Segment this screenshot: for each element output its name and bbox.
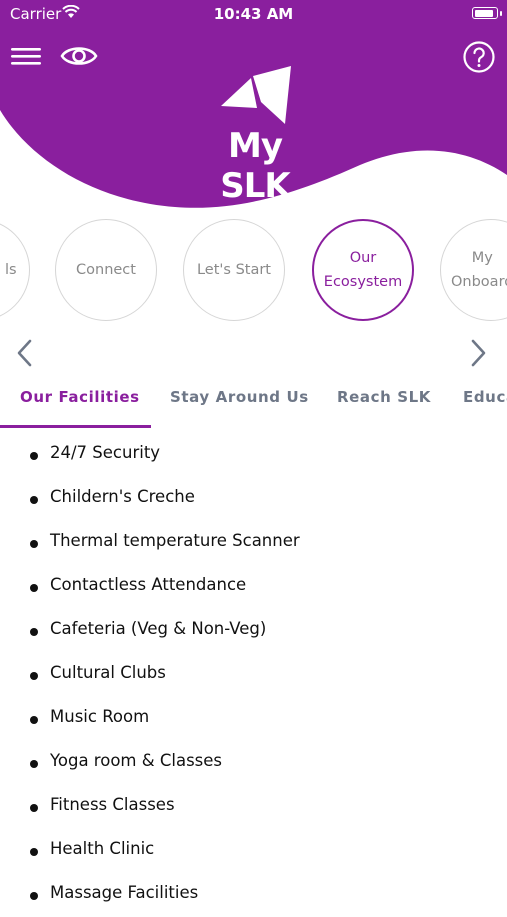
list-item-text: Cultural Clubs — [50, 663, 166, 682]
list-item-text: Cafeteria (Veg & Non-Veg) — [50, 619, 267, 638]
nav-circle-my-onboarding[interactable]: My Onboard — [440, 219, 507, 321]
help-icon[interactable] — [462, 40, 496, 74]
bullet-icon — [30, 496, 38, 504]
nav-circle-label: Let's Start — [196, 262, 271, 278]
bullet-icon — [30, 848, 38, 856]
list-item: Yoga room & Classes — [0, 741, 507, 785]
app-name: My SLK — [220, 126, 291, 206]
chevron-right-icon[interactable] — [466, 338, 490, 368]
list-item-text: Massage Facilities — [50, 883, 199, 902]
nav-circle-connect[interactable]: Connect — [55, 219, 157, 321]
nav-circle-label: Connect — [76, 262, 136, 278]
list-item: Massage Facilities — [0, 873, 507, 917]
list-item-text: Thermal temperature Scanner — [50, 531, 300, 550]
nav-circle-label: My Onboard — [451, 250, 507, 290]
list-item-text: Contactless Attendance — [50, 575, 247, 594]
bullet-icon — [30, 716, 38, 724]
bullet-icon — [30, 540, 38, 548]
bullet-icon — [30, 804, 38, 812]
status-bar: Carrier 10:43 AM — [0, 0, 507, 28]
chevron-left-icon[interactable] — [13, 338, 37, 368]
app-logo: My SLK — [195, 64, 315, 206]
nav-circle-label: ls — [5, 262, 17, 278]
bullet-icon — [30, 452, 38, 460]
bullet-icon — [30, 760, 38, 768]
nav-circle-partial-left[interactable]: ls — [0, 219, 30, 321]
list-item: Music Room — [0, 697, 507, 741]
app-header: Carrier 10:43 AM My SLK — [0, 0, 507, 215]
nav-circles: ls Connect Let's Start Our Ecosystem My … — [0, 215, 507, 330]
list-item-text: Fitness Classes — [50, 795, 175, 814]
list-item-text: Yoga room & Classes — [50, 751, 223, 770]
bullet-icon — [30, 584, 38, 592]
list-item-text: Childern's Creche — [50, 487, 195, 506]
tab-stay-around-us[interactable]: Stay Around Us — [170, 388, 309, 406]
status-time: 10:43 AM — [213, 5, 294, 23]
list-item: Childern's Creche — [0, 477, 507, 521]
eye-icon[interactable] — [60, 40, 98, 72]
list-item: Health Clinic — [0, 829, 507, 873]
list-item: Thermal temperature Scanner — [0, 521, 507, 565]
list-item: Fitness Classes — [0, 785, 507, 829]
nav-circle-our-ecosystem[interactable]: Our Ecosystem — [312, 219, 414, 321]
nav-circle-label: Our Ecosystem — [323, 250, 403, 290]
list-item-text: Health Clinic — [50, 839, 155, 858]
hamburger-menu-icon[interactable] — [10, 42, 42, 70]
bullet-icon — [30, 628, 38, 636]
tab-reach-slk[interactable]: Reach SLK — [337, 388, 431, 406]
logo-mark-icon — [221, 66, 291, 124]
battery-icon — [472, 7, 502, 19]
list-item-text: Music Room — [50, 707, 150, 726]
tab-education[interactable]: Educa — [463, 388, 507, 406]
nav-circle-lets-start[interactable]: Let's Start — [183, 219, 285, 321]
list-item: Contactless Attendance — [0, 565, 507, 609]
active-tab-indicator — [0, 425, 151, 428]
bullet-icon — [30, 892, 38, 900]
list-item: Cultural Clubs — [0, 653, 507, 697]
list-item: Cafeteria (Veg & Non-Veg) — [0, 609, 507, 653]
tab-bar: Our Facilities Stay Around Us Reach SLK … — [0, 380, 507, 430]
tab-our-facilities[interactable]: Our Facilities — [20, 388, 140, 406]
bullet-icon — [30, 672, 38, 680]
list-item-text: 24/7 Security — [50, 443, 161, 462]
list-item: 24/7 Security — [0, 433, 507, 477]
